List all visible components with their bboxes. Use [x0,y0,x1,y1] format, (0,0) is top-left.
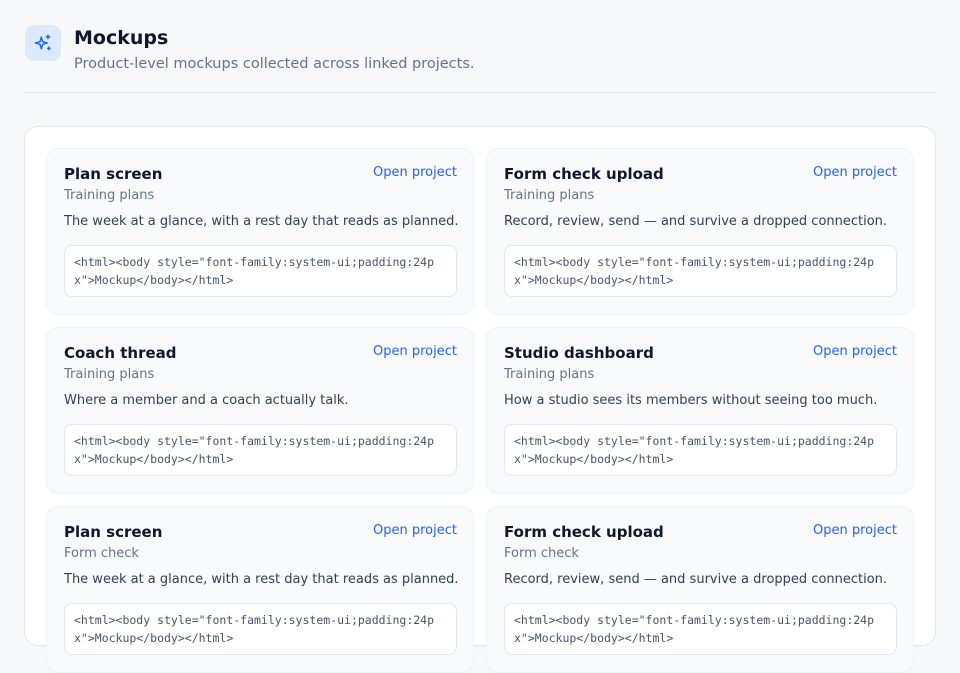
card-project-name: Training plans [64,367,155,382]
card-title: Form check upload [504,165,664,183]
page-title: Mockups [74,27,169,49]
open-project-link[interactable]: Open project [813,344,897,359]
card-description: The week at a glance, with a rest day th… [64,214,459,229]
code-preview: <html><body style="font-family:system-ui… [504,245,897,297]
card-project-name: Form check [504,546,579,561]
card-description: The week at a glance, with a rest day th… [64,572,459,587]
card-title: Form check upload [504,523,664,541]
code-preview: <html><body style="font-family:system-ui… [64,424,457,476]
page-subtitle: Product-level mockups collected across l… [74,56,475,72]
card-title: Coach thread [64,344,177,362]
code-preview: <html><body style="font-family:system-ui… [64,603,457,655]
mockup-card: Coach thread Open project Training plans… [46,327,474,494]
card-description: Where a member and a coach actually talk… [64,393,349,408]
open-project-link[interactable]: Open project [373,165,457,180]
open-project-link[interactable]: Open project [373,344,457,359]
code-preview: <html><body style="font-family:system-ui… [504,424,897,476]
card-description: How a studio sees its members without se… [504,393,878,408]
mockup-card: Plan screen Open project Form check The … [46,506,474,673]
mockup-card: Plan screen Open project Training plans … [46,148,474,315]
card-description: Record, review, send — and survive a dro… [504,214,888,229]
open-project-link[interactable]: Open project [813,165,897,180]
mockup-card: Form check upload Open project Training … [486,148,914,315]
sparkles-icon [25,25,61,61]
mockups-panel: Plan screen Open project Training plans … [24,126,936,673]
card-project-name: Training plans [504,188,595,203]
page-header: Mockups Product-level mockups collected … [24,24,936,93]
card-project-name: Form check [64,546,139,561]
card-title: Studio dashboard [504,344,654,362]
open-project-link[interactable]: Open project [373,523,457,538]
card-description: Record, review, send — and survive a dro… [504,572,888,587]
card-title: Plan screen [64,523,163,541]
card-project-name: Training plans [504,367,595,382]
code-preview: <html><body style="font-family:system-ui… [504,603,897,655]
card-project-name: Training plans [64,188,155,203]
mockup-card: Form check upload Open project Form chec… [486,506,914,673]
card-title: Plan screen [64,165,163,183]
code-preview: <html><body style="font-family:system-ui… [64,245,457,297]
open-project-link[interactable]: Open project [813,523,897,538]
mockup-card: Studio dashboard Open project Training p… [486,327,914,494]
